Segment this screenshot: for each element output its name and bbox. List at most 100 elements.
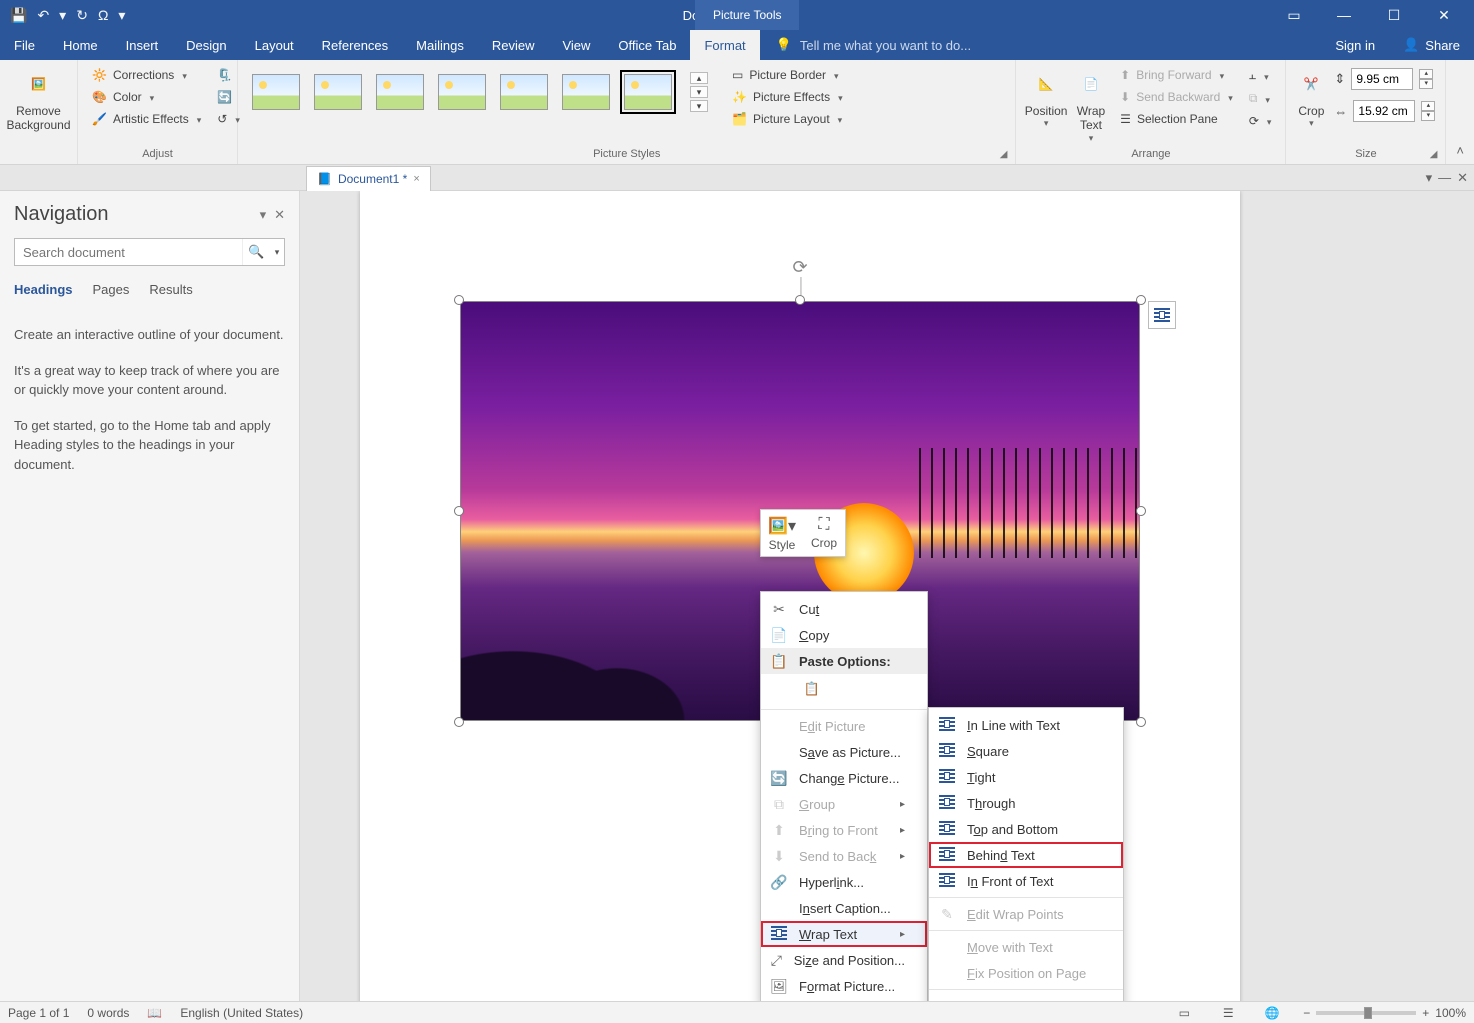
style-thumb-1[interactable]	[252, 74, 300, 110]
status-language[interactable]: English (United States)	[180, 1006, 303, 1020]
nav-tab-results[interactable]: Results	[149, 282, 192, 301]
status-proofing-icon[interactable]: 📖	[147, 1006, 162, 1020]
resize-handle-bl[interactable]	[454, 717, 464, 727]
zoom-slider[interactable]	[1316, 1011, 1416, 1015]
tab-mailings[interactable]: Mailings	[402, 30, 478, 60]
rotate-handle-icon[interactable]: ⟳	[792, 257, 807, 278]
minimize-icon[interactable]: —	[1324, 7, 1364, 23]
resize-handle-br[interactable]	[1136, 717, 1146, 727]
search-input[interactable]	[15, 245, 242, 260]
document-canvas[interactable]: ⟳ 🖼️▾Style ⛶Crop	[300, 191, 1474, 1001]
style-thumb-6[interactable]	[562, 74, 610, 110]
remove-background-button[interactable]: 🖼️ Remove Background	[6, 64, 71, 133]
color-button[interactable]: 🎨Color	[88, 88, 205, 106]
tab-home[interactable]: Home	[49, 30, 112, 60]
status-page[interactable]: Page 1 of 1	[8, 1006, 69, 1020]
artistic-effects-button[interactable]: 🖌️Artistic Effects	[88, 110, 205, 128]
ctx-format-picture[interactable]: 🖼Format Picture...	[761, 973, 927, 999]
height-down-icon[interactable]: ▾	[1419, 79, 1433, 89]
size-dialog-launcher-icon[interactable]: ◢	[1430, 149, 1438, 160]
resize-handle-tl[interactable]	[454, 295, 464, 305]
style-thumb-7[interactable]	[624, 74, 672, 110]
paste-option-keep-source[interactable]: 📋	[799, 676, 825, 702]
document-tab-close-icon[interactable]: ×	[413, 173, 419, 185]
maximize-icon[interactable]: ☐	[1374, 7, 1414, 24]
navigation-close-icon[interactable]: ✕	[266, 207, 285, 223]
corrections-button[interactable]: 🔆Corrections	[88, 66, 205, 84]
width-up-icon[interactable]: ▴	[1421, 101, 1435, 111]
zoom-out-icon[interactable]: −	[1303, 1006, 1310, 1020]
style-thumb-2[interactable]	[314, 74, 362, 110]
doctabs-dropdown-icon[interactable]: ▾	[1426, 170, 1433, 186]
send-backward-button[interactable]: ⬇Send Backward	[1116, 88, 1237, 106]
mini-crop-button[interactable]: ⛶Crop	[803, 510, 845, 556]
tab-view[interactable]: View	[548, 30, 604, 60]
position-button[interactable]: 📐Position▾	[1022, 64, 1069, 129]
ctx-save-as-picture[interactable]: Save as Picture...	[761, 739, 927, 765]
tab-review[interactable]: Review	[478, 30, 549, 60]
selection-pane-button[interactable]: ☰Selection Pane	[1116, 110, 1237, 128]
tab-insert[interactable]: Insert	[112, 30, 173, 60]
style-thumb-3[interactable]	[376, 74, 424, 110]
navigation-dropdown-icon[interactable]: ▾	[252, 207, 267, 223]
doctabs-close-icon[interactable]: ✕	[1457, 170, 1468, 186]
tab-office-tab[interactable]: Office Tab	[604, 30, 690, 60]
zoom-in-icon[interactable]: +	[1422, 1006, 1429, 1020]
status-words[interactable]: 0 words	[87, 1006, 129, 1020]
wrap-behind-text[interactable]: Behind Text	[929, 842, 1123, 868]
tab-layout[interactable]: Layout	[241, 30, 308, 60]
selected-image[interactable]: ⟳ 🖼️▾Style ⛶Crop	[460, 301, 1140, 721]
view-read-mode-icon[interactable]: ▭	[1171, 1006, 1197, 1020]
ctx-hyperlink[interactable]: 🔗Hyperlink...	[761, 869, 927, 895]
ctx-change-picture[interactable]: 🔄Change Picture...	[761, 765, 927, 791]
picture-border-button[interactable]: ▭Picture Border	[728, 66, 847, 84]
search-dropdown-icon[interactable]: ▾	[270, 247, 284, 258]
save-icon[interactable]: 💾	[10, 7, 27, 24]
wrap-tight[interactable]: Tight	[929, 764, 1123, 790]
wrap-through[interactable]: Through	[929, 790, 1123, 816]
nav-tab-pages[interactable]: Pages	[93, 282, 130, 301]
nav-tab-headings[interactable]: Headings	[14, 282, 73, 301]
tab-references[interactable]: References	[308, 30, 402, 60]
wrap-inline[interactable]: In Line with Text	[929, 712, 1123, 738]
rotate-button[interactable]: ⟳	[1245, 112, 1276, 130]
width-input[interactable]	[1353, 100, 1415, 122]
resize-handle-tm[interactable]	[795, 295, 805, 305]
wrap-in-front[interactable]: In Front of Text	[929, 868, 1123, 894]
ctx-wrap-text[interactable]: Wrap Text▸	[761, 921, 927, 947]
ctx-cut[interactable]: ✂Cut	[761, 596, 927, 622]
tab-design[interactable]: Design	[172, 30, 240, 60]
view-print-layout-icon[interactable]: ☰	[1215, 1006, 1241, 1020]
group-objects-button[interactable]: ⧉	[1245, 89, 1276, 108]
doctabs-min-icon[interactable]: —	[1438, 170, 1451, 185]
sign-in-link[interactable]: Sign in	[1321, 30, 1389, 60]
wrap-more-options[interactable]: ⧉More Layout Options...	[929, 993, 1123, 1001]
tab-file[interactable]: File	[0, 30, 49, 60]
ctx-size-position[interactable]: ⤢Size and Position...	[761, 947, 927, 973]
view-web-layout-icon[interactable]: 🌐	[1259, 1006, 1285, 1020]
search-icon[interactable]: 🔍	[242, 239, 270, 265]
mini-style-button[interactable]: 🖼️▾Style	[761, 510, 803, 556]
crop-button[interactable]: ✂️Crop▾	[1292, 64, 1330, 129]
gallery-more-icon[interactable]: ▾	[690, 100, 708, 112]
collapse-ribbon-icon[interactable]: ˄	[1446, 137, 1474, 164]
picture-effects-button[interactable]: ✨Picture Effects	[728, 88, 847, 106]
style-thumb-4[interactable]	[438, 74, 486, 110]
sync-icon[interactable]: Ω	[98, 7, 108, 23]
redo-icon[interactable]: ↻	[76, 7, 88, 24]
wrap-square[interactable]: Square	[929, 738, 1123, 764]
qat-customize-icon[interactable]: ▾	[118, 7, 125, 24]
align-button[interactable]: ⫠	[1245, 66, 1276, 85]
qat-undo-dropdown-icon[interactable]: ▾	[59, 7, 66, 24]
gallery-scroll-up-icon[interactable]: ▴	[690, 72, 708, 84]
bring-forward-button[interactable]: ⬆Bring Forward	[1116, 66, 1237, 84]
ctx-copy[interactable]: 📄Copy	[761, 622, 927, 648]
zoom-value[interactable]: 100%	[1435, 1006, 1466, 1020]
gallery-scroll-down-icon[interactable]: ▾	[690, 86, 708, 98]
document-tab-1[interactable]: 📘 Document1 * ×	[306, 166, 431, 191]
tab-format[interactable]: Format	[690, 30, 759, 60]
undo-icon[interactable]: ↶	[37, 7, 49, 24]
picture-layout-button[interactable]: 🗂️Picture Layout	[728, 110, 847, 128]
styles-dialog-launcher-icon[interactable]: ◢	[1000, 149, 1008, 160]
resize-handle-ml[interactable]	[454, 506, 464, 516]
